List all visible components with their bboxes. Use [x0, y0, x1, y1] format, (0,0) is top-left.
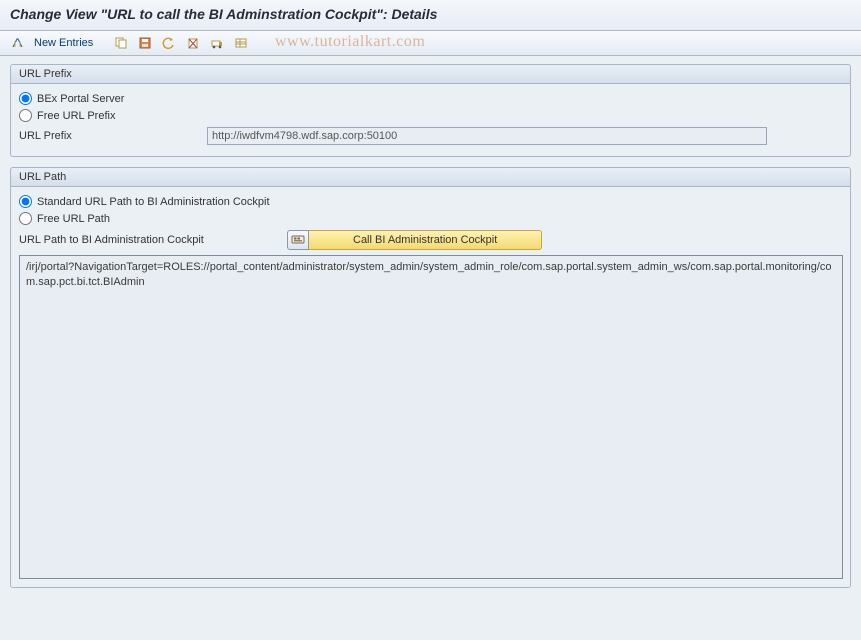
free-url-prefix-label: Free URL Prefix	[37, 110, 115, 122]
url-path-group-title: URL Path	[11, 168, 850, 187]
free-url-prefix-radio[interactable]	[19, 109, 32, 122]
copy-icon[interactable]	[111, 34, 131, 52]
free-url-path-radio[interactable]	[19, 212, 32, 225]
toggle-icon[interactable]	[8, 34, 28, 52]
standard-url-path-radio[interactable]	[19, 195, 32, 208]
call-bi-cockpit-button[interactable]: Call BI Administration Cockpit	[309, 230, 542, 250]
undo-icon[interactable]	[159, 34, 179, 52]
cockpit-icon-button[interactable]	[287, 230, 309, 250]
transport-icon[interactable]	[207, 34, 227, 52]
free-url-path-label: Free URL Path	[37, 213, 110, 225]
url-path-group: URL Path Standard URL Path to BI Adminis…	[10, 167, 851, 588]
toolbar: New Entries	[0, 31, 861, 56]
new-entries-button[interactable]: New Entries	[32, 37, 99, 49]
url-prefix-group: URL Prefix BEx Portal Server Free URL Pr…	[10, 64, 851, 157]
url-prefix-group-title: URL Prefix	[11, 65, 850, 84]
url-prefix-field-label: URL Prefix	[19, 130, 199, 142]
standard-url-path-label: Standard URL Path to BI Administration C…	[37, 196, 270, 208]
save-icon[interactable]	[135, 34, 155, 52]
title-bar: Change View "URL to call the BI Adminstr…	[0, 0, 861, 31]
url-prefix-input[interactable]	[207, 127, 767, 145]
page-title: Change View "URL to call the BI Adminstr…	[10, 6, 437, 22]
delete-icon[interactable]	[183, 34, 203, 52]
bex-portal-label: BEx Portal Server	[37, 93, 124, 105]
url-path-field-label: URL Path to BI Administration Cockpit	[19, 234, 279, 246]
content-area: URL Prefix BEx Portal Server Free URL Pr…	[0, 56, 861, 606]
table-view-icon[interactable]	[231, 34, 251, 52]
url-path-textarea[interactable]: /irj/portal?NavigationTarget=ROLES://por…	[19, 255, 843, 579]
watermark-text: www.tutorialkart.com	[275, 33, 425, 51]
bex-portal-radio[interactable]	[19, 92, 32, 105]
